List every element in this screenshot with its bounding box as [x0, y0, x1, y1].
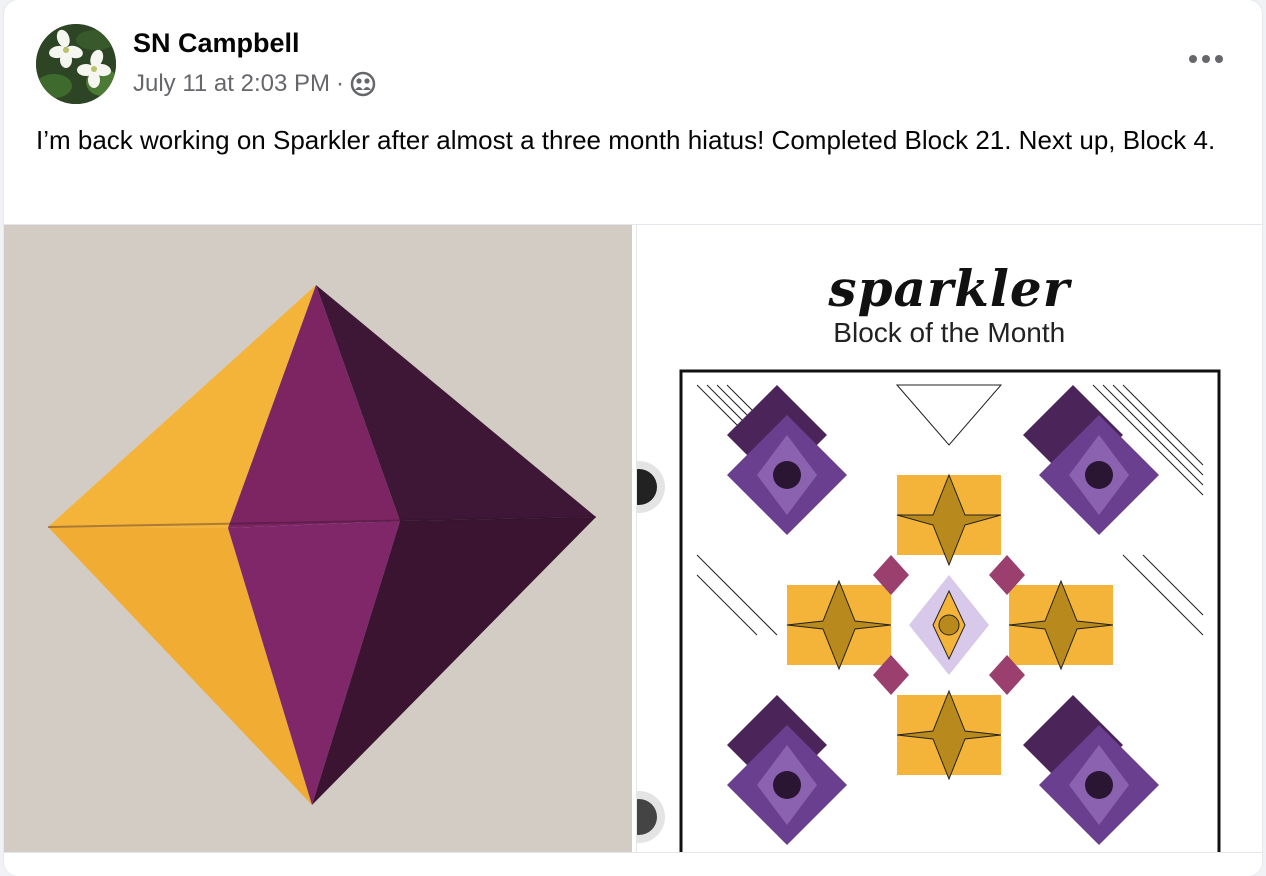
- quilt-pattern-diagram: [679, 369, 1220, 853]
- photo-quilt-block[interactable]: [4, 225, 632, 853]
- author-avatar[interactable]: [36, 24, 116, 104]
- photo-sparkler-pattern[interactable]: sparkler Block of the Month: [635, 225, 1262, 853]
- author-name[interactable]: SN Campbell: [133, 28, 300, 59]
- meta-separator: ·: [336, 70, 344, 97]
- post-timestamp[interactable]: July 11 at 2:03 PM: [133, 70, 330, 98]
- post-footer: [4, 852, 1262, 876]
- friends-icon[interactable]: [350, 71, 376, 97]
- post-text: I’m back working on Sparkler after almos…: [36, 125, 1216, 155]
- carousel-prev-icon[interactable]: [636, 457, 669, 517]
- photo-grid: sparkler Block of the Month: [4, 224, 1262, 853]
- quilt-block-image: [4, 225, 632, 853]
- avatar-flower-image: [36, 24, 116, 104]
- post-card: SN Campbell July 11 at 2:03 PM · I’m bac…: [4, 0, 1262, 876]
- more-options-button[interactable]: [1184, 44, 1228, 74]
- carousel-next-icon[interactable]: [636, 787, 669, 847]
- more-horizontal-icon: [1189, 55, 1223, 63]
- post-meta: July 11 at 2:03 PM ·: [133, 70, 376, 98]
